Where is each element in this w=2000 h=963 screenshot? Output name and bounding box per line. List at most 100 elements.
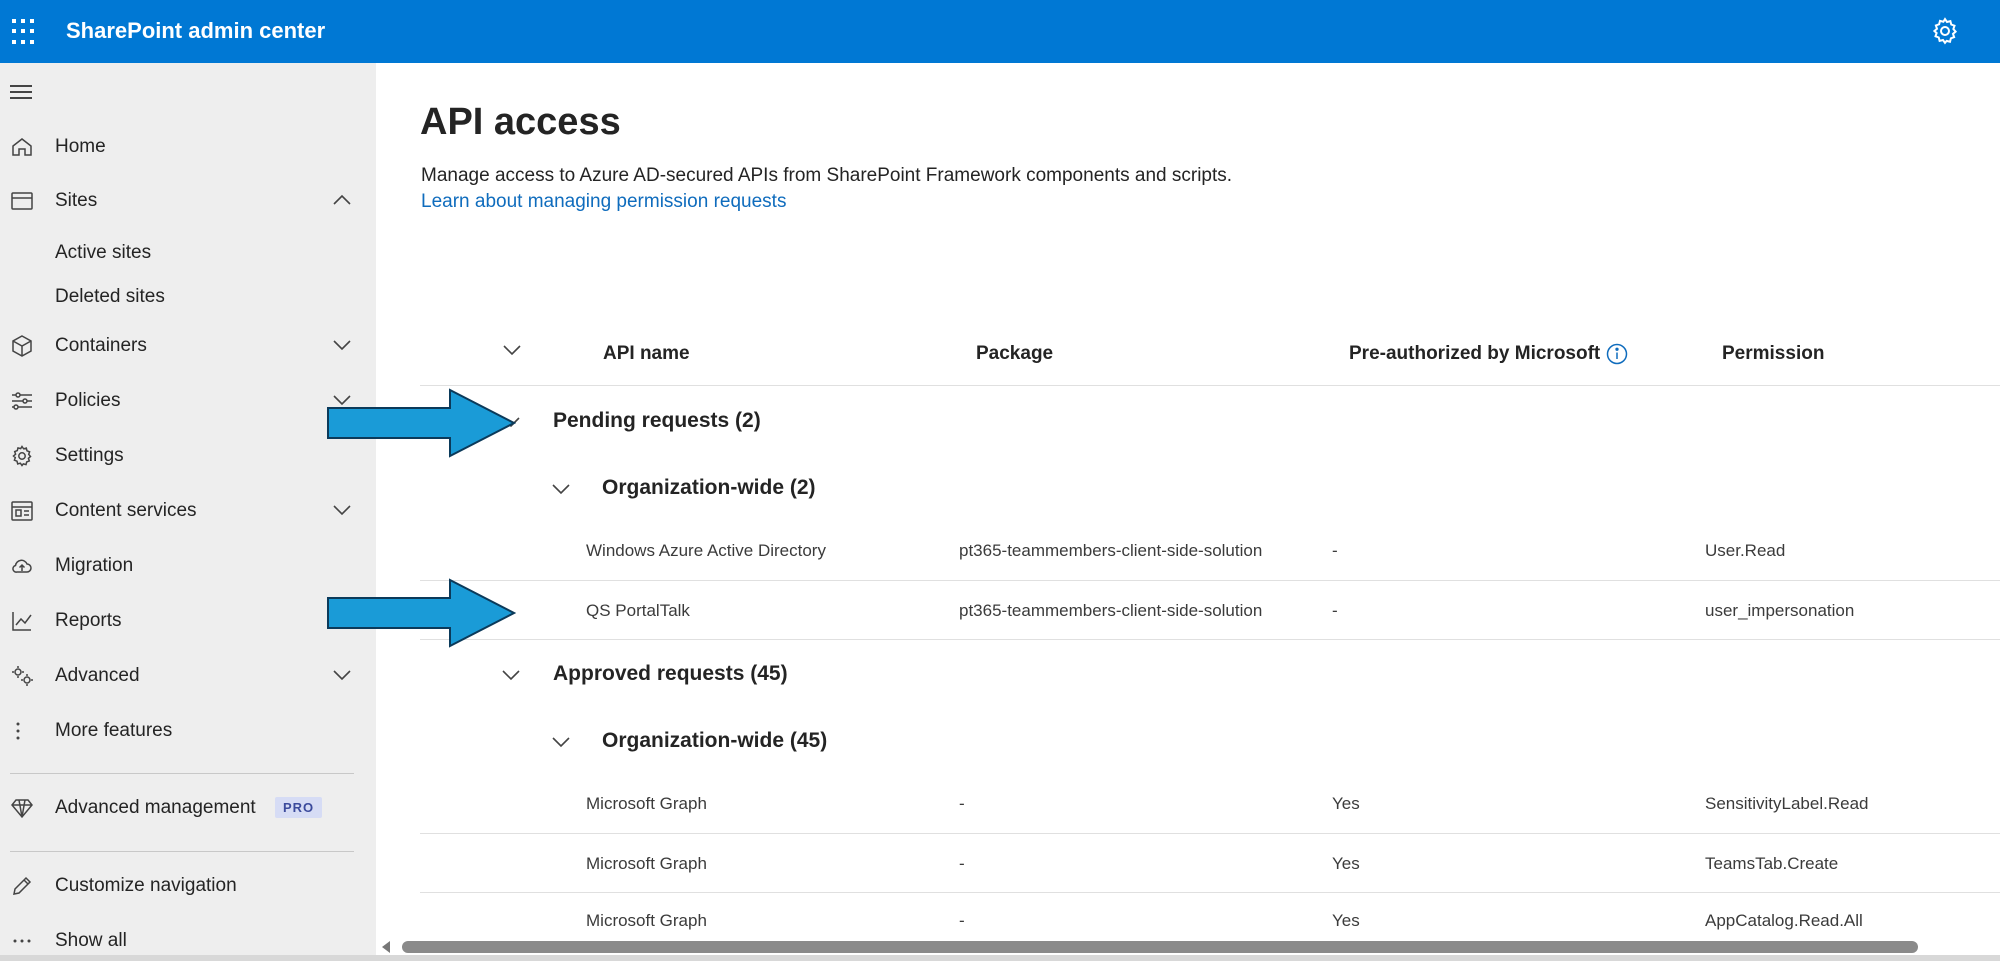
group-title-pending[interactable]: Pending requests (2) <box>553 409 761 433</box>
cell-api-name: Microsoft Graph <box>586 854 707 873</box>
cloud-upload-icon <box>12 559 32 573</box>
subgroup-collapse-chevron-icon[interactable] <box>550 482 572 496</box>
cell-package: pt365-teammembers-client-side-solution <box>959 601 1263 620</box>
scroll-left-arrow-icon[interactable] <box>380 940 392 954</box>
table-row[interactable]: Microsoft Graph - Yes TeamsTab.Create <box>420 844 2000 902</box>
ellipsis-icon <box>13 939 31 943</box>
cell-pre-authorized: Yes <box>1332 911 1360 930</box>
diamond-icon <box>11 799 33 819</box>
cell-package: - <box>959 794 965 813</box>
cell-permission: SensitivityLabel.Read <box>1705 794 1869 813</box>
subgroup-collapse-chevron-icon[interactable] <box>550 735 572 749</box>
cell-permission: User.Read <box>1705 541 1786 560</box>
group-collapse-chevron-icon[interactable] <box>500 668 522 682</box>
cell-permission: TeamsTab.Create <box>1705 854 1839 873</box>
pro-badge: PRO <box>275 797 323 818</box>
learn-more-link[interactable]: Learn about managing permission requests <box>421 191 786 213</box>
chevron-down-icon[interactable] <box>332 668 352 682</box>
nav-label: Containers <box>55 335 147 356</box>
left-navigation: Home Sites Active sites Deleted sites Co… <box>0 63 376 961</box>
nav-label: Home <box>55 136 106 157</box>
nav-item-sites[interactable]: Sites <box>0 179 376 223</box>
nav-label: Show all <box>55 930 127 951</box>
pencil-icon <box>13 876 32 895</box>
nav-label: Policies <box>55 390 121 411</box>
nav-label: Settings <box>55 445 124 466</box>
nav-item-advanced[interactable]: Advanced <box>0 654 376 698</box>
header-divider <box>420 385 2000 386</box>
nav-item-reports[interactable]: Reports <box>0 599 376 643</box>
annotation-arrow-right <box>327 388 516 458</box>
table-row[interactable]: Microsoft Graph - Yes AppCatalog.Read.Al… <box>420 903 2000 933</box>
cell-api-name: Windows Azure Active Directory <box>586 541 826 560</box>
cell-pre-authorized: - <box>1332 541 1338 560</box>
cell-api-name: QS PortalTalk <box>586 601 690 620</box>
subgroup-title-approved-org[interactable]: Organization-wide (45) <box>602 729 827 753</box>
table-row[interactable]: QS PortalTalk pt365-teammembers-client-s… <box>420 591 2000 649</box>
column-header-package[interactable]: Package <box>976 343 1053 365</box>
app-title[interactable]: SharePoint admin center <box>66 18 325 44</box>
cell-pre-authorized: - <box>1332 601 1338 620</box>
home-icon <box>12 138 32 156</box>
nav-label: Deleted sites <box>55 286 165 307</box>
cell-permission: AppCatalog.Read.All <box>1705 911 1863 930</box>
subgroup-title-pending-org[interactable]: Organization-wide (2) <box>602 476 816 500</box>
cell-package: - <box>959 911 965 930</box>
window-bottom-edge <box>0 955 2000 961</box>
page-title: API access <box>420 101 621 143</box>
info-icon[interactable] <box>1605 342 1629 366</box>
cube-icon <box>12 335 32 357</box>
nav-label: Customize navigation <box>55 875 237 896</box>
nav-label: More features <box>55 720 173 741</box>
nav-item-more-features[interactable]: More features <box>0 709 376 753</box>
nav-item-settings[interactable]: Settings <box>0 434 376 478</box>
collapse-all-chevron-icon[interactable] <box>501 343 523 357</box>
nav-item-deleted-sites[interactable]: Deleted sites <box>0 277 376 315</box>
annotation-arrow-right <box>327 578 516 648</box>
chevron-up-icon[interactable] <box>332 193 352 207</box>
nav-divider <box>10 773 354 774</box>
chart-icon <box>12 612 32 631</box>
top-bar: SharePoint admin center <box>0 0 2000 63</box>
nav-label: Active sites <box>55 242 152 263</box>
cell-package: pt365-teammembers-client-side-solution <box>959 541 1263 560</box>
sites-icon <box>11 192 33 210</box>
nav-item-customize-navigation[interactable]: Customize navigation <box>0 864 376 908</box>
gear-icon <box>12 445 32 467</box>
content-services-icon <box>11 501 33 521</box>
nav-label: Migration <box>55 555 134 576</box>
nav-label: Advanced management <box>55 797 256 818</box>
nav-item-migration[interactable]: Migration <box>0 544 376 588</box>
menu-toggle-icon[interactable] <box>10 85 34 105</box>
app-launcher-icon[interactable] <box>10 17 40 47</box>
nav-item-home[interactable]: Home <box>0 125 376 169</box>
row-divider <box>420 833 2000 834</box>
chevron-down-icon[interactable] <box>332 503 352 517</box>
nav-label: Reports <box>55 610 122 631</box>
row-divider <box>420 580 2000 581</box>
nav-item-content-services[interactable]: Content services <box>0 489 376 533</box>
scrollbar-thumb[interactable] <box>402 941 1918 953</box>
cell-pre-authorized: Yes <box>1332 854 1360 873</box>
cell-package: - <box>959 854 965 873</box>
row-divider <box>420 892 2000 893</box>
nav-divider <box>10 851 354 852</box>
advanced-gear-icon <box>12 666 33 686</box>
group-title-approved[interactable]: Approved requests (45) <box>553 662 788 686</box>
nav-item-advanced-management[interactable]: Advanced management PRO <box>0 786 376 830</box>
column-header-api-name[interactable]: API name <box>603 343 690 365</box>
nav-item-containers[interactable]: Containers <box>0 324 376 368</box>
nav-item-policies[interactable]: Policies <box>0 379 376 423</box>
cell-api-name: Microsoft Graph <box>586 794 707 813</box>
nav-item-active-sites[interactable]: Active sites <box>0 233 376 271</box>
column-header-permission[interactable]: Permission <box>1722 343 1824 365</box>
page-description: Manage access to Azure AD-secured APIs f… <box>421 165 1233 186</box>
chevron-down-icon[interactable] <box>332 338 352 352</box>
more-vertical-icon <box>16 722 20 740</box>
nav-label: Content services <box>55 500 197 521</box>
cell-pre-authorized: Yes <box>1332 794 1360 813</box>
cell-api-name: Microsoft Graph <box>586 911 707 930</box>
sliders-icon <box>12 392 32 410</box>
settings-gear-icon[interactable] <box>1930 16 1960 46</box>
column-header-pre-authorized[interactable]: Pre-authorized by Microsoft <box>1349 343 1600 365</box>
